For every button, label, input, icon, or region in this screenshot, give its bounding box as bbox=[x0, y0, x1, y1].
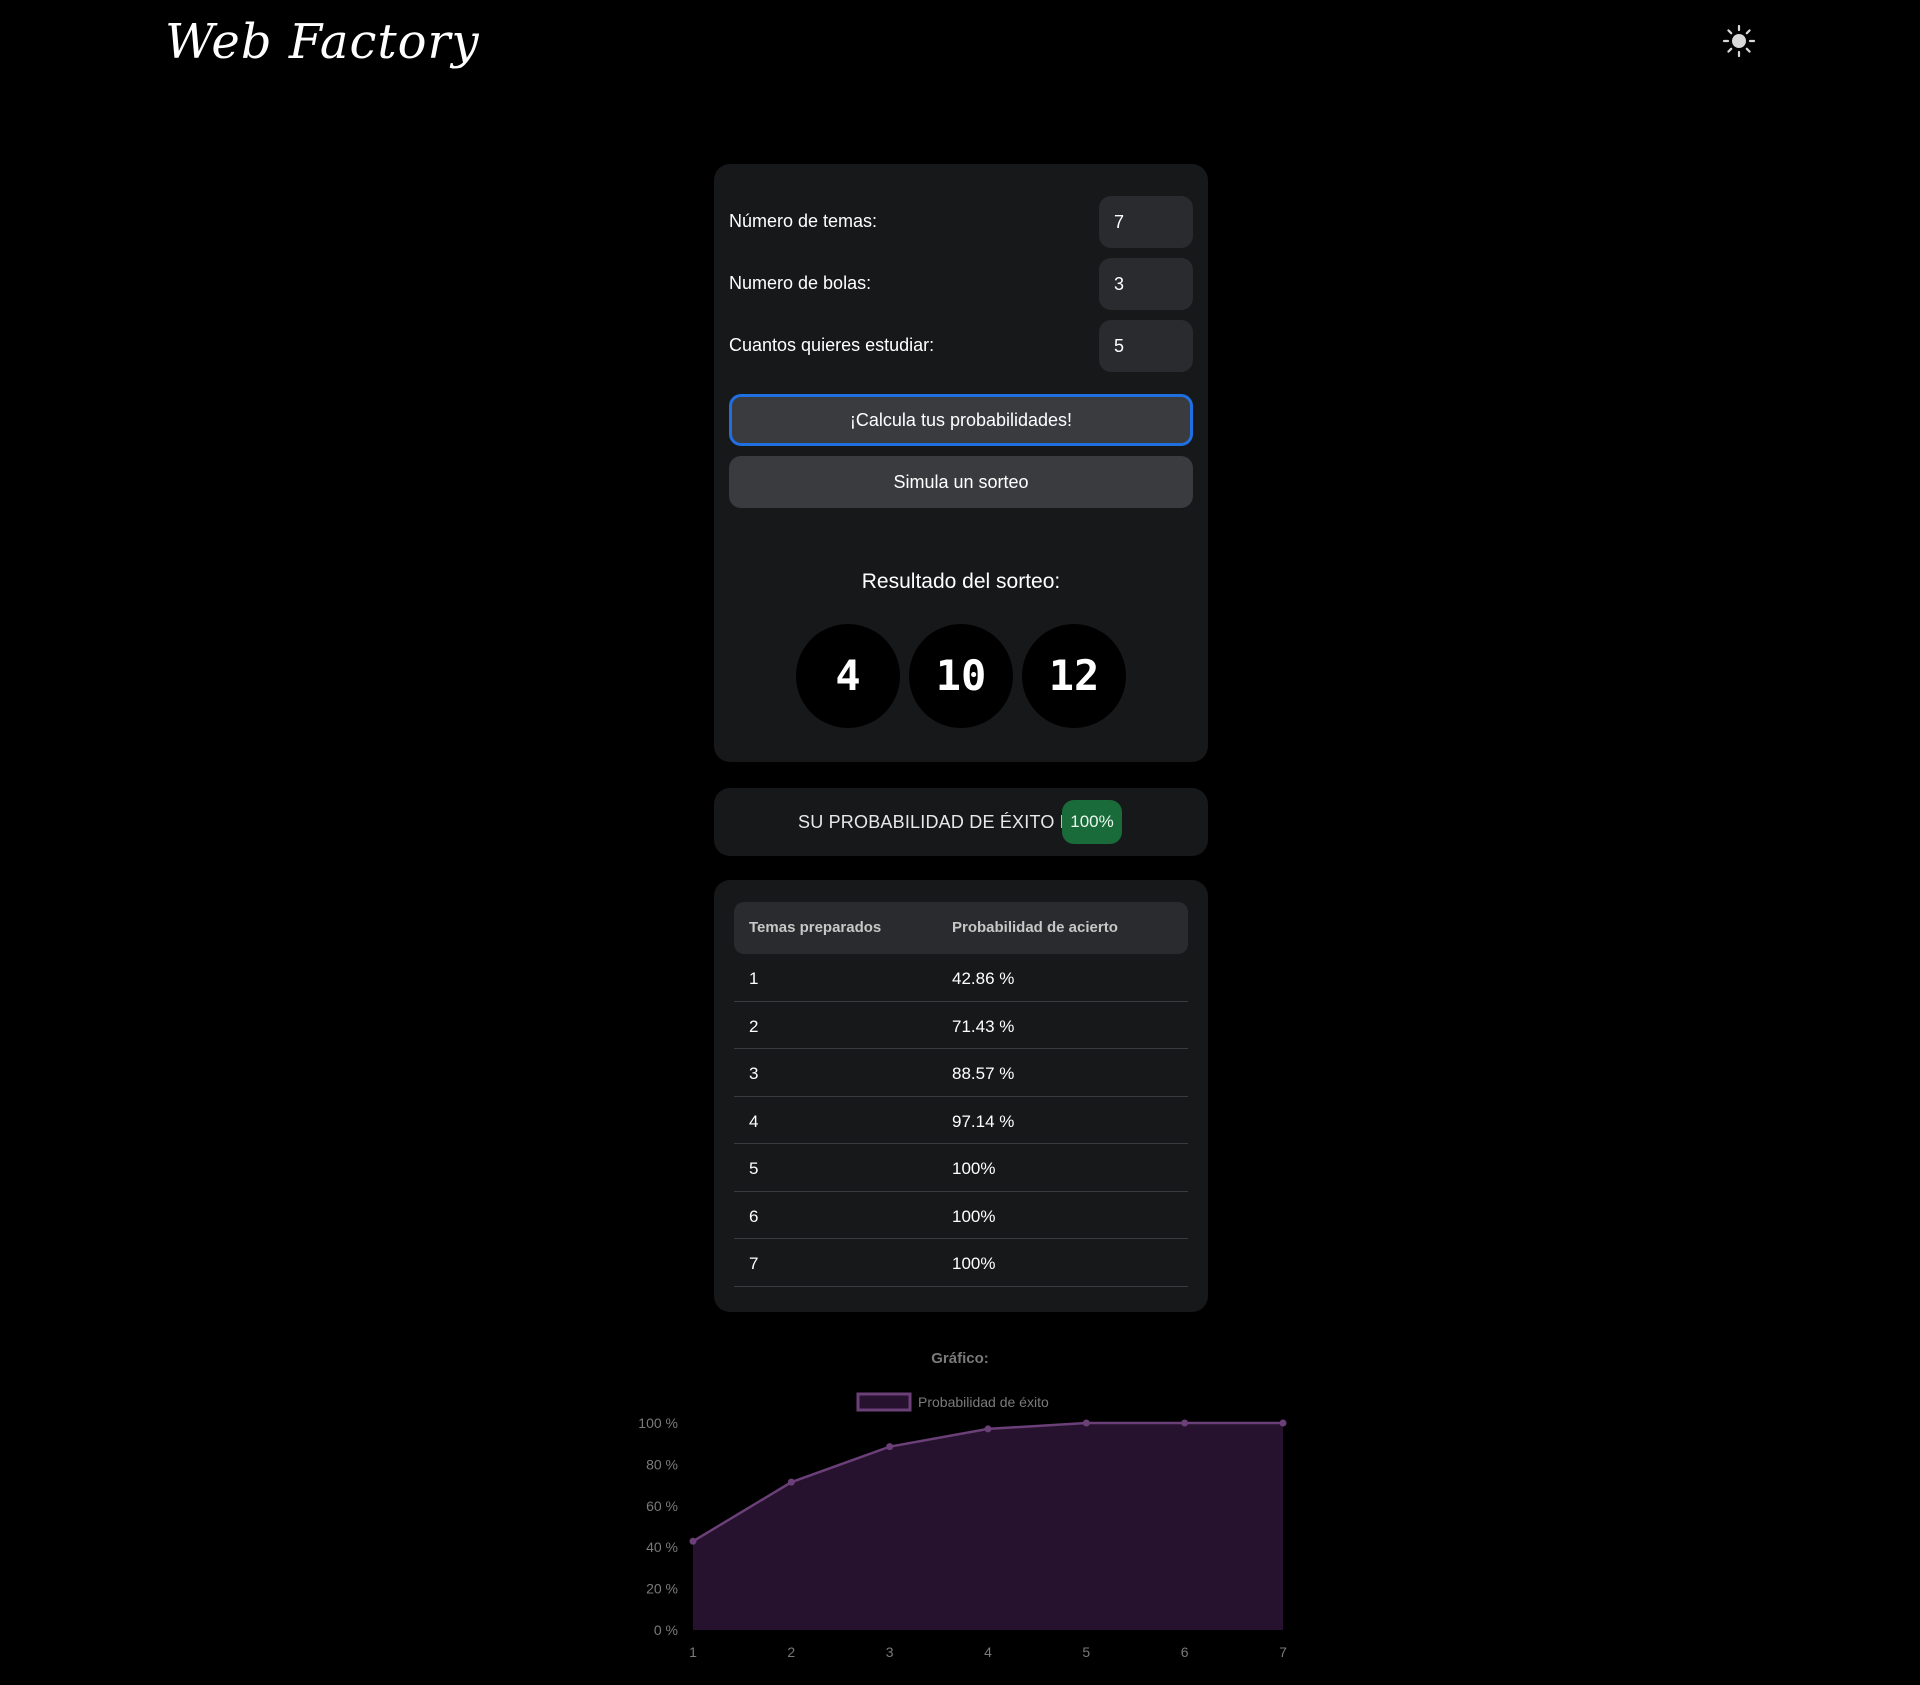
table-body: 1 42.86 % 2 71.43 % 3 88.57 % 4 97.14 % … bbox=[734, 954, 1188, 1287]
y-tick-label: 80 % bbox=[646, 1456, 678, 1472]
y-tick-label: 40 % bbox=[646, 1539, 678, 1555]
draw-ball: 10 bbox=[909, 624, 1013, 728]
table-row: 6 100% bbox=[734, 1192, 1188, 1239]
topics-input[interactable]: 7 bbox=[1099, 196, 1193, 248]
table-row: 1 42.86 % bbox=[734, 954, 1188, 1002]
table-header: Temas preparados Probabilidad de acierto bbox=[734, 902, 1188, 954]
theme-toggle-button[interactable] bbox=[1722, 24, 1756, 58]
study-row: Cuantos quieres estudiar: 5 bbox=[729, 320, 1193, 372]
topics-cell: 4 bbox=[749, 1111, 759, 1131]
x-tick-label: 5 bbox=[1082, 1644, 1090, 1660]
study-label: Cuantos quieres estudiar: bbox=[729, 335, 935, 355]
calculator-card: Número de temas: 7 Numero de bolas: 3 Cu… bbox=[714, 164, 1208, 762]
data-point bbox=[984, 1425, 992, 1433]
draw-balls: 4 10 12 bbox=[796, 624, 1126, 728]
study-input[interactable]: 5 bbox=[1099, 320, 1193, 372]
balls-label: Numero de bolas: bbox=[729, 273, 872, 293]
probability-cell: 88.57 % bbox=[952, 1064, 1015, 1083]
topics-cell: 5 bbox=[749, 1159, 759, 1178]
table-row: 3 88.57 % bbox=[734, 1049, 1188, 1097]
topics-cell: 3 bbox=[749, 1064, 759, 1083]
topics-row: Número de temas: 7 bbox=[729, 196, 1193, 248]
data-point bbox=[886, 1443, 894, 1451]
probability-cell: 100% bbox=[952, 1254, 996, 1273]
chart-svg: Probabilidad de éxito 0 % 20 % 40 % 60 % 80 %… bbox=[638, 1392, 1287, 1660]
topics-cell: 6 bbox=[749, 1206, 759, 1226]
logo[interactable]: Web Factory bbox=[165, 14, 480, 70]
topics-cell: 7 bbox=[749, 1254, 759, 1273]
probability-cell: 97.14 % bbox=[952, 1111, 1015, 1131]
success-probability-label: SU PROBABILIDAD DE ÉXITO ES: bbox=[798, 812, 1090, 832]
series-area bbox=[693, 1423, 1283, 1630]
header: Web Factory bbox=[0, 0, 1920, 110]
sun-icon bbox=[1722, 24, 1756, 58]
calculate-button[interactable]: ¡Calcula tus probabilidades! bbox=[729, 394, 1193, 446]
x-tick-label: 1 bbox=[689, 1644, 697, 1660]
column-header-probability: Probabilidad de acierto bbox=[952, 919, 1118, 936]
data-point bbox=[1082, 1419, 1090, 1427]
table-row: 7 100% bbox=[734, 1239, 1188, 1287]
probability-cell: 42.86 % bbox=[952, 969, 1015, 988]
probability-cell: 100% bbox=[952, 1206, 996, 1226]
data-point bbox=[1279, 1419, 1287, 1427]
probability-cell: 71.43 % bbox=[952, 1016, 1015, 1036]
data-point bbox=[1181, 1419, 1189, 1427]
success-probability-badge: 100% bbox=[1062, 800, 1122, 844]
success-probability-card: SU PROBABILIDAD DE ÉXITO ES: 100% bbox=[714, 788, 1208, 856]
y-tick-label: 60 % bbox=[646, 1498, 678, 1514]
draw-result-title: Resultado del sorteo: bbox=[861, 570, 1061, 593]
draw-ball: 4 bbox=[796, 624, 900, 728]
balls-input[interactable]: 3 bbox=[1099, 258, 1193, 310]
x-tick-label: 2 bbox=[787, 1644, 795, 1660]
table-row: 5 100% bbox=[734, 1144, 1188, 1192]
topics-cell: 2 bbox=[749, 1016, 759, 1036]
table-row: 4 97.14 % bbox=[734, 1097, 1188, 1144]
y-tick-label: 20 % bbox=[646, 1581, 678, 1597]
data-point bbox=[787, 1478, 795, 1486]
draw-ball: 12 bbox=[1022, 624, 1126, 728]
y-tick-label: 100 % bbox=[638, 1415, 678, 1431]
x-tick-label: 6 bbox=[1181, 1644, 1189, 1660]
legend-label: Probabilidad de éxito bbox=[918, 1394, 1049, 1410]
probability-chart: Gráfico: Probabilidad de éxito 0 % 20 % 40 … bbox=[600, 1340, 1320, 1670]
simulate-button[interactable]: Simula un sorteo bbox=[729, 456, 1193, 508]
table-row: 2 71.43 % bbox=[734, 1002, 1188, 1049]
data-point bbox=[689, 1537, 697, 1545]
column-header-topics: Temas preparados bbox=[749, 919, 882, 936]
topics-cell: 1 bbox=[749, 969, 759, 988]
x-tick-label: 7 bbox=[1279, 1644, 1287, 1660]
topics-label: Número de temas: bbox=[729, 211, 878, 231]
x-tick-label: 4 bbox=[984, 1644, 992, 1660]
legend-swatch bbox=[856, 1392, 912, 1412]
probability-table-card: Temas preparados Probabilidad de acierto… bbox=[714, 880, 1208, 1312]
balls-row: Numero de bolas: 3 bbox=[729, 258, 1193, 310]
probability-cell: 100% bbox=[952, 1159, 996, 1178]
y-tick-label: 0 % bbox=[654, 1622, 678, 1638]
x-tick-label: 3 bbox=[886, 1644, 894, 1660]
